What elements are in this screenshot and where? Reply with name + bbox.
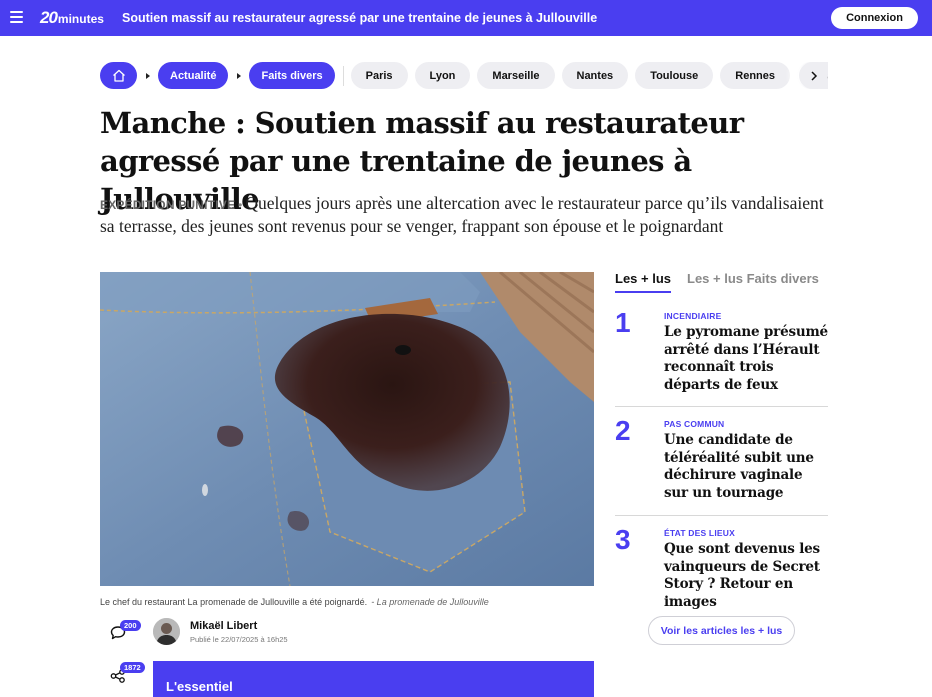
bloodied-jeans-image [100, 272, 594, 586]
city-pill[interactable]: Marseille [477, 62, 555, 89]
city-pill[interactable]: Paris [350, 62, 408, 89]
caption-text: Le chef du restaurant La promenade de Ju… [100, 597, 368, 607]
breadcrumb-separator-icon [137, 72, 158, 79]
author-block: Mikaël Libert Publié le 22/07/2025 à 16h… [153, 618, 288, 645]
most-read-item[interactable]: 2 PAS COMMUN Une candidate de téléréalit… [615, 415, 828, 502]
chevron-right-icon [810, 70, 817, 81]
nav-next-button[interactable] [799, 62, 828, 89]
most-read-tabs: Les + lus Les + lus Faits divers [615, 271, 828, 293]
divider [615, 406, 828, 407]
home-button[interactable] [100, 62, 137, 89]
city-pill[interactable]: Rennes [720, 62, 791, 89]
share-count: 1872 [120, 662, 145, 673]
login-button[interactable]: Connexion [831, 7, 918, 29]
kicker-separator: • [238, 198, 243, 212]
section-nav: Actualité Faits divers Paris Lyon Marsei… [100, 62, 828, 89]
author-name[interactable]: Mikaël Libert [190, 620, 288, 633]
tab-les-plus-lus-faits-divers[interactable]: Les + lus Faits divers [687, 271, 819, 293]
city-pill[interactable]: Lyon [414, 62, 471, 89]
more-articles-button[interactable]: Voir les articles les + lus [648, 616, 795, 645]
hamburger-icon[interactable] [10, 11, 23, 23]
publish-date: Publié le 22/07/2025 à 16h25 [190, 634, 288, 644]
site-logo[interactable]: 20 minutes [40, 8, 104, 28]
breadcrumb-separator-icon [228, 72, 249, 79]
most-read-rank: 1 [615, 307, 631, 338]
photo-credit: - La promenade de Jullouville [371, 597, 489, 607]
breadcrumb-actualite[interactable]: Actualité [158, 62, 229, 89]
top-bar-title: Soutien massif au restaurateur agressé p… [122, 11, 598, 25]
share-button[interactable]: 1872 [110, 662, 146, 690]
comments-count: 200 [120, 620, 141, 631]
author-portrait-image [153, 618, 180, 645]
breadcrumb-faits-divers[interactable]: Faits divers [249, 62, 335, 89]
most-read-kicker: PAS COMMUN [664, 419, 725, 429]
most-read-rank: 2 [615, 415, 631, 446]
most-read-title[interactable]: Une candidate de téléréalité subit une d… [664, 432, 828, 502]
article-kicker[interactable]: EXPÉDITION PUNITIVE [100, 198, 235, 212]
logo-number: 20 [40, 8, 58, 27]
tab-les-plus-lus[interactable]: Les + lus [615, 271, 671, 293]
most-read-item[interactable]: 3 ÉTAT DES LIEUX Que sont devenus les va… [615, 524, 828, 611]
article-lede: EXPÉDITION PUNITIVE • Quelques jours après… [100, 193, 830, 236]
divider [615, 515, 828, 516]
photo-caption: Le chef du restaurant La promenade de Ju… [100, 597, 594, 607]
logo-word: minutes [57, 12, 104, 26]
most-read-kicker: INCENDIAIRE [664, 311, 722, 321]
nav-divider [342, 65, 344, 86]
most-read-rank: 3 [615, 524, 631, 555]
city-pill[interactable]: Nantes [561, 62, 629, 89]
author-avatar[interactable] [153, 618, 180, 645]
essentiel-box: L'essentiel [153, 661, 594, 697]
most-read-kicker: ÉTAT DES LIEUX [664, 528, 735, 538]
essentiel-title: L'essentiel [166, 679, 233, 694]
top-bar: 20 minutes Soutien massif au restaurateu… [0, 0, 932, 36]
most-read-title[interactable]: Que sont devenus les vainqueurs de Secre… [664, 541, 828, 611]
most-read-item[interactable]: 1 INCENDIAIRE Le pyromane présumé arrêté… [615, 307, 828, 394]
comments-button[interactable]: 200 [110, 620, 146, 648]
city-pill[interactable]: Toulouse [635, 62, 714, 89]
most-read-title[interactable]: Le pyromane présumé arrêté dans l’Héraul… [664, 324, 828, 394]
article-photo[interactable] [100, 272, 594, 586]
home-icon [112, 69, 125, 82]
